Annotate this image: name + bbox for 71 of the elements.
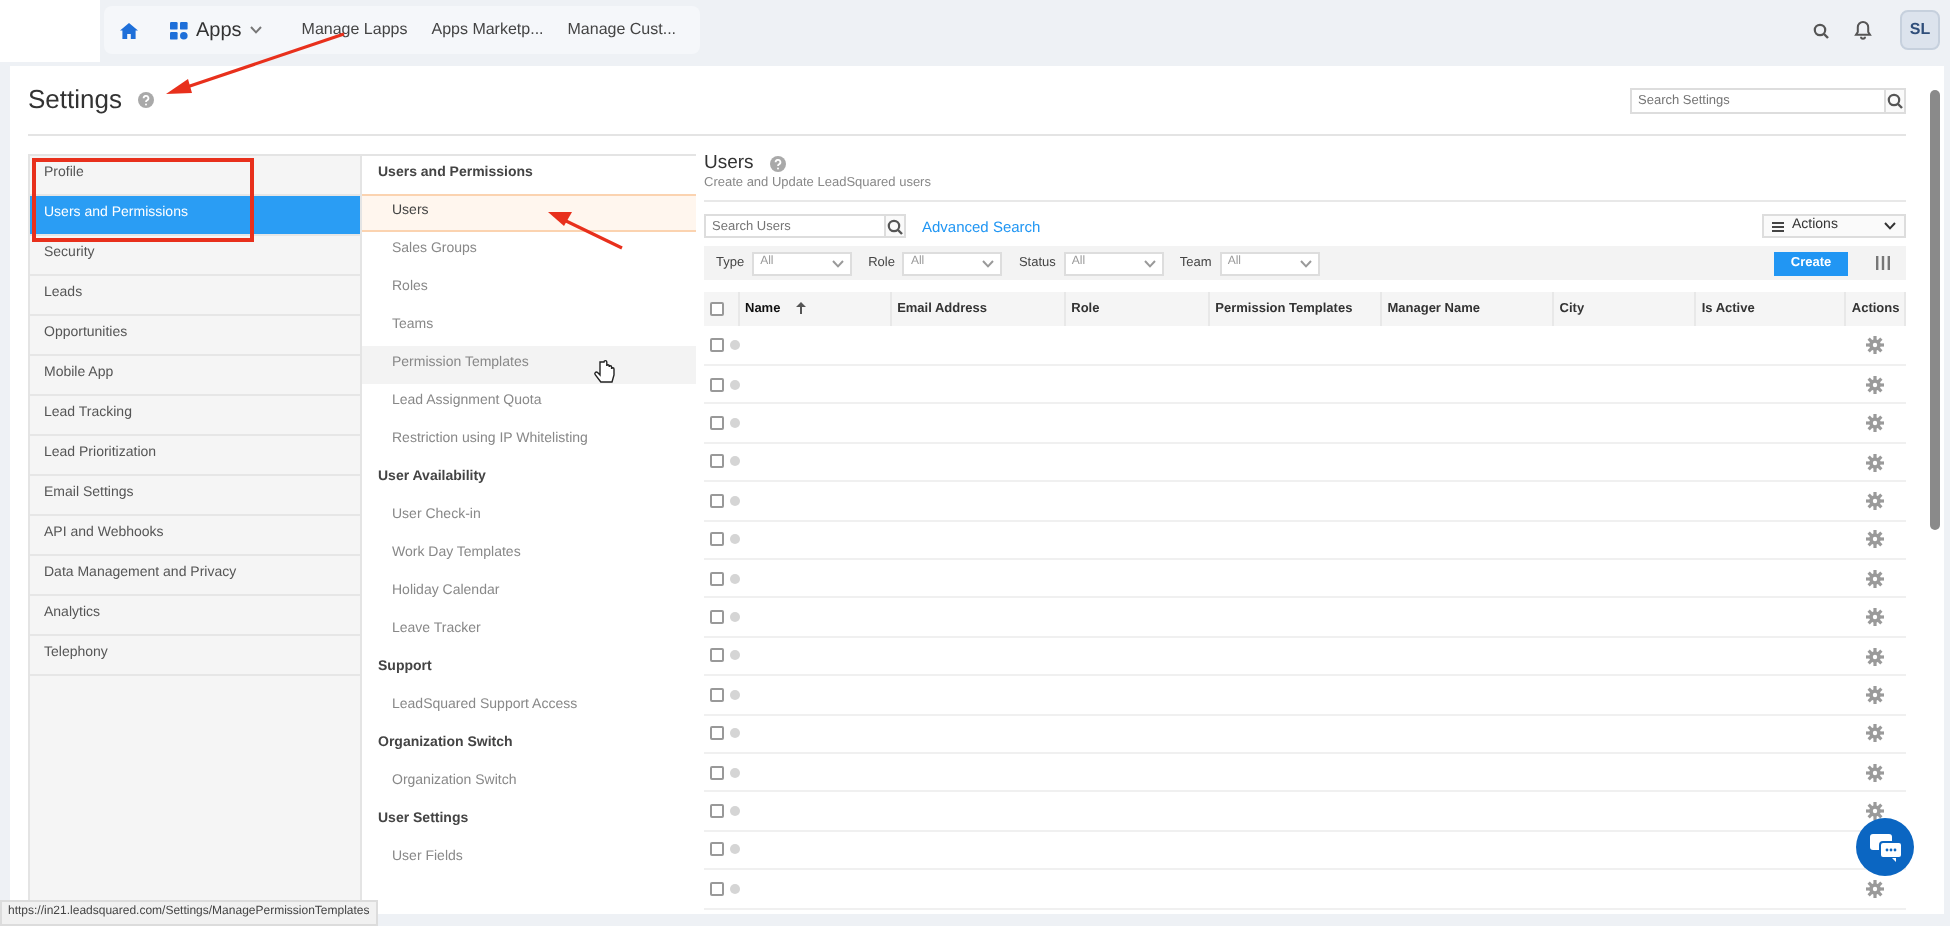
- column-settings-button[interactable]: [1872, 252, 1894, 275]
- list-icon: [1772, 221, 1784, 232]
- gear-icon[interactable]: [1865, 453, 1884, 472]
- gear-icon[interactable]: [1865, 608, 1884, 627]
- gear-icon[interactable]: [1865, 724, 1884, 743]
- gear-icon[interactable]: [1865, 375, 1884, 394]
- search-button[interactable]: [1883, 87, 1906, 113]
- row-checkbox[interactable]: [710, 687, 724, 702]
- row-checkbox[interactable]: [710, 454, 724, 469]
- status-dot: [730, 379, 740, 390]
- status-dot: [730, 417, 740, 428]
- gear-icon[interactable]: [1865, 569, 1884, 588]
- apps-menu[interactable]: Apps: [158, 11, 274, 49]
- status-dot: [730, 611, 740, 622]
- row-checkbox[interactable]: [710, 803, 724, 818]
- help-icon: [769, 156, 786, 173]
- chevron-down-icon: [832, 259, 845, 268]
- page-title: Settings: [28, 82, 122, 119]
- app-link[interactable]: Manage Lapps: [289, 12, 420, 48]
- select-all-checkbox[interactable]: [710, 301, 724, 316]
- row-checkbox[interactable]: [710, 493, 724, 508]
- status-dot: [730, 767, 740, 777]
- home-button[interactable]: [116, 17, 142, 43]
- status-dot: [730, 650, 740, 661]
- gear-icon[interactable]: [1865, 802, 1884, 821]
- scrollbar-thumb[interactable]: [1930, 90, 1940, 530]
- status-dot: [730, 534, 740, 545]
- app-link[interactable]: Apps Marketp...: [419, 12, 556, 48]
- row-checkbox[interactable]: [710, 415, 724, 430]
- row-checkbox[interactable]: [710, 726, 724, 741]
- status-dot: [730, 456, 740, 467]
- gear-icon[interactable]: [1865, 530, 1884, 549]
- status-dot: [730, 495, 740, 506]
- row-checkbox[interactable]: [710, 842, 724, 857]
- status-dot: [730, 844, 740, 855]
- status-dot: [730, 689, 740, 700]
- search-button[interactable]: [884, 214, 906, 239]
- row-checkbox[interactable]: [710, 571, 724, 586]
- apps-grid-icon: [170, 21, 188, 39]
- user-avatar[interactable]: SL: [1900, 10, 1940, 50]
- chevron-down-icon: [982, 259, 995, 268]
- panel-title: Users: [704, 154, 754, 175]
- status-dot: [730, 573, 740, 584]
- status-dot: [730, 883, 740, 894]
- chevron-down-icon: [1143, 259, 1156, 268]
- gear-icon[interactable]: [1865, 685, 1884, 704]
- chevron-down-icon: [1299, 259, 1312, 268]
- gear-icon[interactable]: [1865, 647, 1884, 665]
- gear-icon[interactable]: [1865, 414, 1884, 433]
- row-checkbox[interactable]: [710, 881, 724, 896]
- status-dot: [730, 339, 740, 350]
- gear-icon[interactable]: [1865, 491, 1884, 510]
- annotation-arrow: [548, 212, 623, 250]
- row-checkbox[interactable]: [710, 377, 724, 392]
- hand-cursor-icon: [594, 359, 615, 383]
- row-checkbox[interactable]: [710, 648, 724, 663]
- status-dot: [730, 805, 740, 816]
- row-checkbox[interactable]: [710, 337, 724, 352]
- chevron-down-icon: [1884, 222, 1896, 231]
- chevron-down-icon: [249, 26, 262, 34]
- status-dot: [730, 728, 740, 739]
- gear-icon[interactable]: [1865, 879, 1884, 898]
- row-checkbox[interactable]: [710, 532, 724, 547]
- app-link[interactable]: Manage Cust...: [555, 12, 689, 48]
- row-checkbox[interactable]: [710, 609, 724, 624]
- gear-icon[interactable]: [1865, 336, 1884, 355]
- notifications-button[interactable]: [1850, 16, 1876, 44]
- help-icon: [137, 92, 154, 108]
- gear-icon[interactable]: [1865, 763, 1884, 782]
- chat-bubbles-icon: [1869, 833, 1901, 861]
- row-checkbox[interactable]: [710, 765, 724, 779]
